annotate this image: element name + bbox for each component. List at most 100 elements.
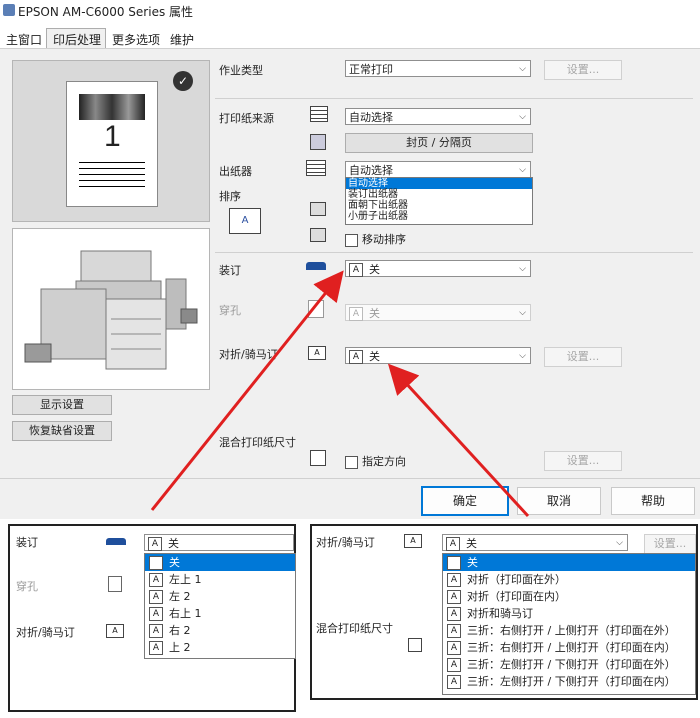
inset-staple-value: 关 (168, 537, 179, 550)
punch-icon (308, 300, 324, 318)
tab-bar: 主窗口 印后处理 更多选项 维护 (0, 28, 198, 50)
option-label: 左上 1 (169, 573, 202, 586)
dropdown-option[interactable]: 自动选择 (346, 178, 532, 189)
job-type-settings-button[interactable]: 设置... (544, 60, 622, 80)
mixed-size-icon (310, 450, 326, 466)
fold-option[interactable]: A 三折：右侧打开 / 上侧打开（打印面在外） (443, 622, 695, 639)
fold-icon: A (404, 534, 422, 548)
chevron-down-icon: ⌵ (519, 308, 526, 318)
checkbox-box[interactable] (345, 233, 358, 247)
staple-option[interactable]: A 右 2 (145, 622, 295, 639)
inset-fold-settings-button[interactable]: 设置... (644, 534, 696, 554)
output-tray-value: 自动选择 (349, 164, 393, 177)
output-tray-dropdown: 自动选择 装订出纸器 面朝下出纸器 小册子出纸器 (345, 177, 533, 225)
option-label: 右 2 (169, 624, 191, 637)
option-label: 关 (467, 556, 478, 569)
fold-option[interactable]: A 对折和骑马订 (443, 605, 695, 622)
window-title: EPSON AM-C6000 Series 属性 (18, 5, 194, 19)
separator (215, 98, 693, 99)
fold-option[interactable]: A 对折（打印面在外） (443, 571, 695, 588)
paper-source-select[interactable]: 自动选择 ⌵ (345, 108, 531, 125)
staple-label: 装订 (219, 264, 241, 277)
fold-value: 关 (369, 350, 380, 363)
orientation-checkbox[interactable]: 指定方向 (345, 453, 406, 469)
option-label: 左 2 (169, 590, 191, 603)
printer-illustration (24, 250, 198, 370)
punch-off-icon: A (349, 307, 363, 321)
mixed-size-settings-button[interactable]: 设置... (544, 451, 622, 471)
staple-top-left-icon: A (149, 573, 163, 587)
fold-off-icon: A (447, 556, 461, 570)
fold-option[interactable]: A 三折：右侧打开 / 上侧打开（打印面在内） (443, 639, 695, 656)
fold-select[interactable]: A 关 ⌵ (345, 347, 531, 364)
separator (215, 252, 693, 253)
option-label: 右上 1 (169, 607, 202, 620)
option-label: 三折：左侧打开 / 下侧打开（打印面在内） (467, 675, 676, 688)
chevron-down-icon: ⌵ (519, 351, 526, 361)
restore-defaults-button[interactable]: 恢复缺省设置 (12, 421, 112, 441)
saddle-stitch-icon: A (447, 607, 461, 621)
inset-fold-options: A关 A 对折（打印面在外） A 对折（打印面在内） A 对折和骑马订 A 三折：右侧打… (442, 553, 696, 695)
sort-option-icon (310, 228, 326, 242)
dropdown-option[interactable]: 装订出纸器 (346, 189, 532, 200)
tab-more-options[interactable]: 更多选项 (106, 29, 164, 50)
option-label: 关 (169, 556, 180, 569)
tri-fold-icon: A (447, 675, 461, 689)
paper-source-value: 自动选择 (349, 111, 393, 124)
option-label: 对折（打印面在外） (467, 573, 566, 586)
inset-fold-label: 对折/骑马订 (316, 536, 375, 549)
fold-option[interactable]: A关 (443, 554, 695, 571)
option-label: 三折：左侧打开 / 下侧打开（打印面在外） (467, 658, 676, 671)
staple-option[interactable]: A 左 2 (145, 588, 295, 605)
fold-settings-button[interactable]: 设置... (544, 347, 622, 367)
tri-fold-icon: A (447, 658, 461, 672)
fold-option[interactable]: A 三折：左侧打开 / 下侧打开（打印面在内） (443, 673, 695, 690)
tab-finishing[interactable]: 印后处理 (46, 28, 107, 50)
stapler-icon (306, 262, 326, 270)
option-label: 上 2 (169, 641, 191, 654)
punch-label: 穿孔 (219, 304, 241, 317)
inset-fold-value: 关 (466, 537, 477, 550)
fold-off-icon: A (446, 537, 460, 551)
separator (0, 478, 700, 479)
cancel-button[interactable]: 取消 (517, 487, 601, 515)
staple-option[interactable]: A 右上 1 (145, 605, 295, 622)
orientation-label: 指定方向 (362, 455, 406, 468)
staple-option[interactable]: A 左上 1 (145, 571, 295, 588)
sort-icon: A (229, 208, 261, 234)
tri-fold-icon: A (447, 624, 461, 638)
inset-mixed-label: 混合打印纸尺寸 (316, 622, 393, 635)
fold-option[interactable]: A 三折：左侧打开 / 下侧打开（打印面在外） (443, 656, 695, 673)
punch-select[interactable]: A 关 ⌵ (345, 304, 531, 321)
inset-fold-select[interactable]: A 关 ⌵ (442, 534, 628, 551)
dropdown-option[interactable]: 面朝下出纸器 (346, 200, 532, 211)
tab-maintenance[interactable]: 维护 (164, 29, 198, 50)
staple-option[interactable]: A关 (145, 554, 295, 571)
help-button[interactable]: 帮助 (611, 487, 695, 515)
display-settings-button[interactable]: 显示设置 (12, 395, 112, 415)
title-bar: EPSON AM-C6000 Series 属性 (0, 0, 700, 22)
staple-top-icon: A (149, 641, 163, 655)
staple-value: 关 (369, 263, 380, 276)
tab-main[interactable]: 主窗口 (0, 29, 46, 50)
fold-label: 对折/骑马订 (219, 348, 278, 361)
staple-option[interactable]: A 上 2 (145, 639, 295, 656)
cover-separator-button[interactable]: 封页 / 分隔页 (345, 133, 533, 153)
staple-off-icon: A (148, 537, 162, 551)
output-tray-select[interactable]: 自动选择 ⌵ (345, 161, 531, 178)
shift-sort-checkbox[interactable]: 移动排序 (345, 231, 406, 247)
text-lines (79, 162, 145, 192)
option-label: 三折：右侧打开 / 上侧打开（打印面在外） (467, 624, 676, 637)
staple-dropdown-inset: 装订 A关 A关 A 左上 1 A左 2 A 右上 1 A右 2 A上 2 穿孔 对… (8, 524, 296, 712)
checkbox-box[interactable] (345, 455, 358, 469)
inset-punch-label: 穿孔 (16, 580, 38, 593)
dropdown-option[interactable]: 小册子出纸器 (346, 211, 532, 222)
staple-select[interactable]: A 关 ⌵ (345, 260, 531, 277)
fold-icon: A (308, 346, 326, 360)
fold-icon: A (106, 624, 124, 638)
chevron-down-icon: ⌵ (519, 112, 526, 122)
ok-button[interactable]: 确定 (421, 486, 509, 516)
job-type-select[interactable]: 正常打印 ⌵ (345, 60, 531, 77)
inset-staple-select[interactable]: A关 (144, 534, 294, 551)
fold-option[interactable]: A 对折（打印面在内） (443, 588, 695, 605)
